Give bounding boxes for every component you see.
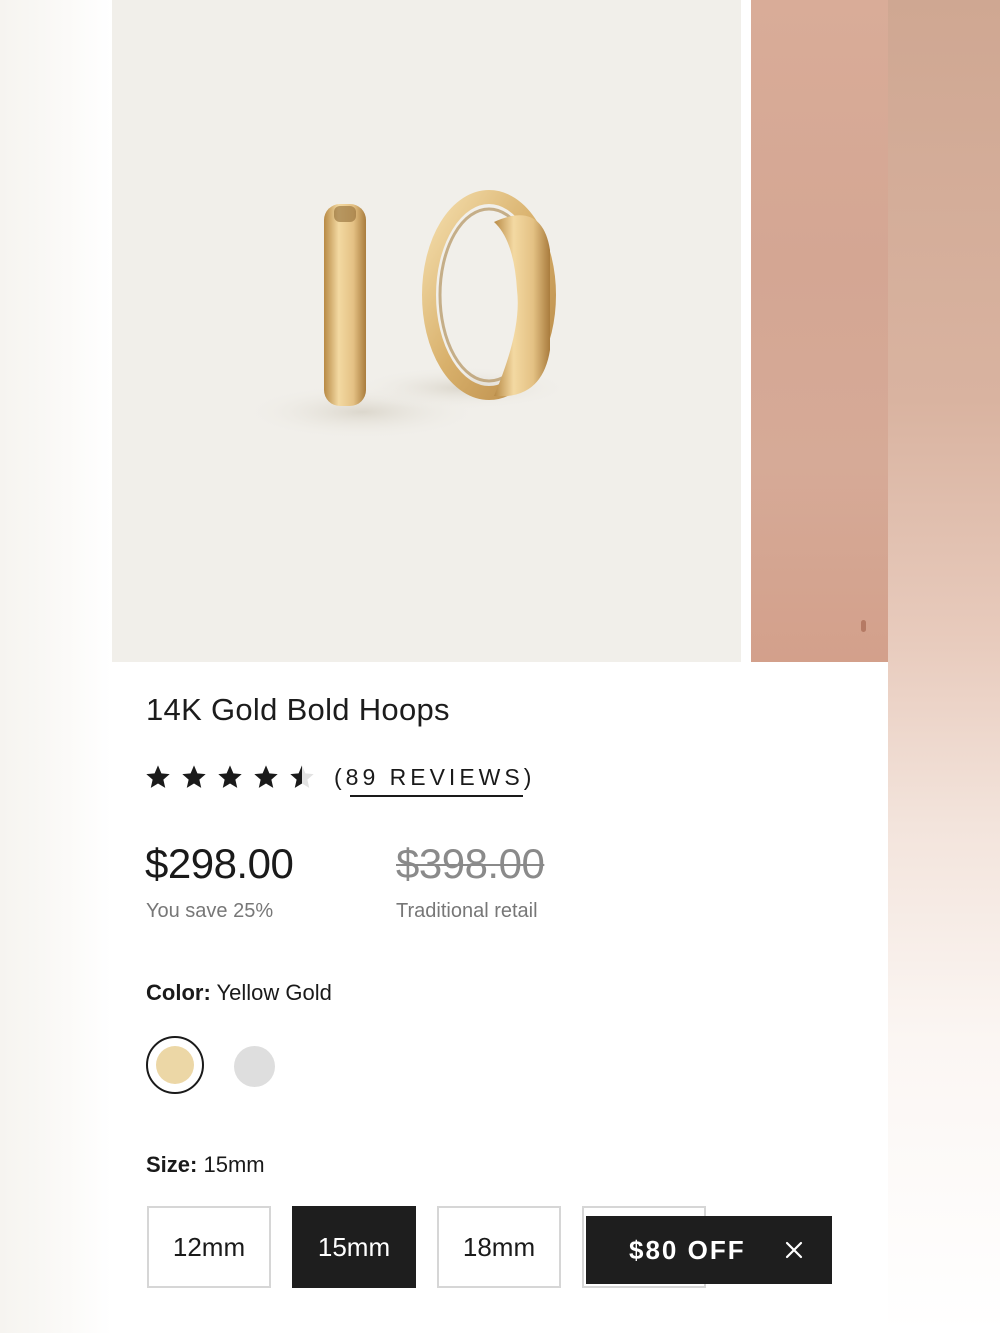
product-title: 14K Gold Bold Hoops [146,692,450,727]
star-icon [218,765,242,788]
product-thumbnail-model[interactable] [751,0,888,662]
star-icon [254,765,278,788]
size-option-15mm[interactable]: 15mm [292,1206,416,1288]
discount-label: $80 OFF [629,1234,746,1265]
close-icon[interactable] [784,1240,804,1260]
size-option-12mm[interactable]: 12mm [147,1206,271,1288]
background-right [888,0,1000,1333]
background-left [0,0,112,1333]
star-icon [146,765,170,788]
sale-price: $298.00 [145,840,294,887]
hoop-earrings-image [242,190,572,440]
star-icon [182,765,206,788]
retail-price: $398.00 [396,840,545,887]
reviews-link[interactable]: (89 REVIEWS) [334,764,535,797]
size-option-18mm[interactable]: 18mm [437,1206,561,1288]
rating-row: (89 REVIEWS) [144,760,535,797]
size-label: Size: 15mm [146,1152,265,1177]
product-main-image[interactable] [112,0,741,662]
retail-label: Traditional retail [396,900,538,922]
savings-text: You save 25% [146,900,274,922]
color-label: Color: Yellow Gold [146,980,332,1005]
color-swatch-silver[interactable] [234,1046,275,1087]
discount-banner[interactable]: $80 OFF [586,1216,832,1284]
product-gallery [112,0,888,662]
color-swatch-yellow-gold[interactable] [146,1036,204,1094]
star-half-icon [290,765,314,788]
